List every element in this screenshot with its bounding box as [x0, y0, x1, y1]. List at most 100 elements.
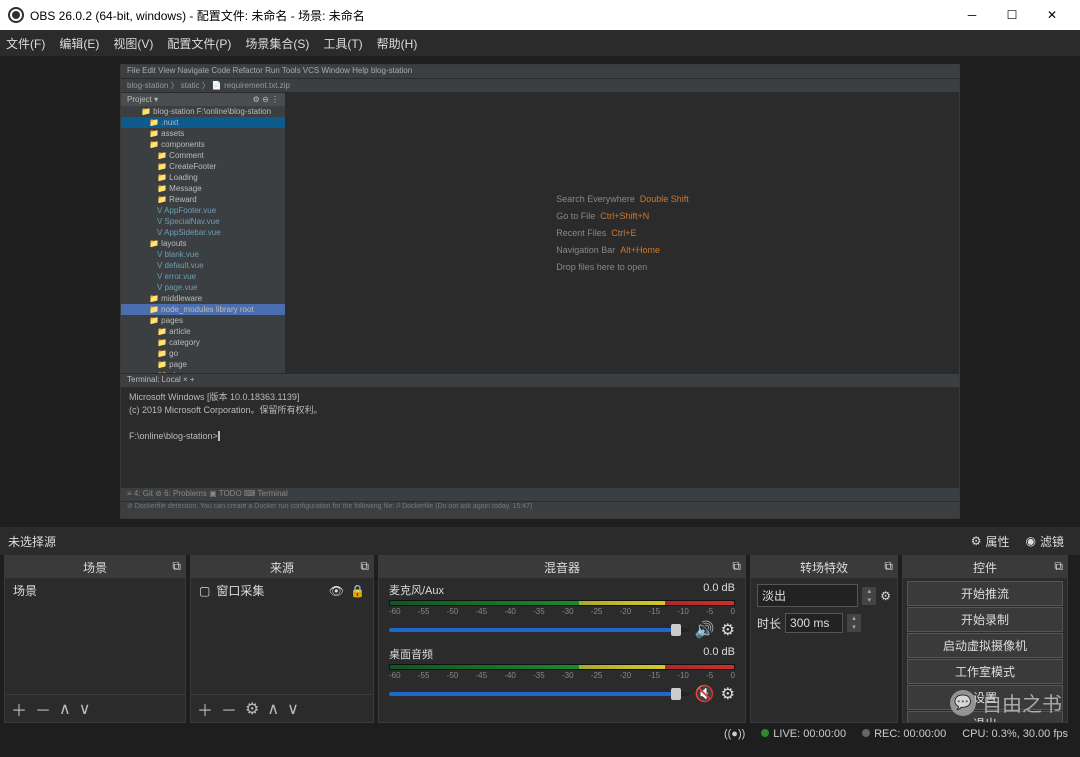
- network-icon: ((●)): [724, 728, 745, 740]
- channel-db: 0.0 dB: [703, 646, 735, 662]
- transition-spinner[interactable]: ▴▾: [862, 587, 876, 605]
- ide-menubar: File Edit View Navigate Code Refactor Ru…: [121, 65, 959, 79]
- visibility-icon[interactable]: 👁: [329, 584, 344, 598]
- ide-tree-item: 📁 CreateFooter: [121, 161, 285, 172]
- ide-tree-item: 📁 go: [121, 348, 285, 359]
- maximize-button[interactable]: ☐: [992, 0, 1032, 30]
- scenes-panel: 场景⧉ 场景 ＋ － ∧ ∨: [4, 555, 186, 723]
- volume-slider[interactable]: [389, 692, 689, 696]
- scene-item[interactable]: 场景: [5, 578, 185, 603]
- live-time: LIVE: 00:00:00: [773, 728, 846, 740]
- ide-tree-item: 📁 .nuxt: [121, 117, 285, 128]
- virtual-cam-button[interactable]: 启动虚拟摄像机: [907, 633, 1063, 658]
- gear-icon: ⚙: [971, 534, 982, 548]
- ide-tree-item: 📁 Comment: [121, 150, 285, 161]
- ide-tree-item: V default.vue: [121, 260, 285, 271]
- ide-tree-item: 📁 pages: [121, 315, 285, 326]
- ide-breadcrumb: blog-station 〉 static 〉 📄 requirement.tx…: [121, 79, 959, 93]
- ide-tree-item: 📁 article: [121, 326, 285, 337]
- studio-mode-button[interactable]: 工作室模式: [907, 659, 1063, 684]
- duration-spinner[interactable]: ▴▾: [847, 614, 861, 632]
- wechat-icon: 💬: [950, 690, 976, 716]
- level-meter: [389, 664, 735, 670]
- preview-canvas[interactable]: File Edit View Navigate Code Refactor Ru…: [120, 64, 960, 519]
- sources-panel: 来源⧉ ▢ 窗口采集 👁 🔒 ＋ － ⚙ ∧ ∨: [190, 555, 374, 723]
- menu-view[interactable]: 视图(V): [113, 35, 153, 52]
- mixer-panel: 混音器⧉ 麦克风/Aux0.0 dB -60-55-50-45-40-35-30…: [378, 555, 746, 723]
- menu-profile[interactable]: 配置文件(P): [167, 35, 231, 52]
- ide-tree-item: 📁 category: [121, 337, 285, 348]
- source-down-button[interactable]: ∨: [287, 699, 299, 719]
- transitions-panel: 转场特效⧉ 淡出 ▴▾ ⚙ 时长 ▴▾: [750, 555, 898, 723]
- popout-icon[interactable]: ⧉: [732, 559, 741, 574]
- popout-icon[interactable]: ⧉: [1054, 559, 1063, 574]
- duration-label: 时长: [757, 615, 781, 632]
- source-item[interactable]: ▢ 窗口采集 👁 🔒: [191, 578, 373, 603]
- transition-settings-icon[interactable]: ⚙: [880, 589, 891, 603]
- source-toolbar: 未选择源 ⚙属性 ◉滤镜: [0, 527, 1080, 555]
- properties-button[interactable]: ⚙属性: [963, 531, 1018, 552]
- add-source-button[interactable]: ＋: [197, 697, 213, 721]
- mute-icon[interactable]: 🔇: [695, 684, 715, 704]
- channel-db: 0.0 dB: [703, 582, 735, 598]
- menubar: 文件(F) 编辑(E) 视图(V) 配置文件(P) 场景集合(S) 工具(T) …: [0, 30, 1080, 56]
- ide-tree-item: 📁 Loading: [121, 172, 285, 183]
- filters-button[interactable]: ◉滤镜: [1018, 531, 1073, 552]
- menu-scene-collection[interactable]: 场景集合(S): [245, 35, 309, 52]
- ide-tree-item: 📁 assets: [121, 128, 285, 139]
- menu-file[interactable]: 文件(F): [6, 35, 45, 52]
- channel-settings-icon[interactable]: ⚙: [721, 684, 735, 704]
- ide-tree-item: 📁 blog-station F:\online\blog-station: [121, 106, 285, 117]
- channel-name: 麦克风/Aux: [389, 582, 444, 598]
- scene-up-button[interactable]: ∧: [59, 699, 71, 719]
- volume-slider[interactable]: [389, 628, 689, 632]
- channel-name: 桌面音频: [389, 646, 433, 662]
- remove-source-button[interactable]: －: [221, 697, 237, 721]
- transition-select[interactable]: 淡出: [757, 584, 858, 607]
- menu-help[interactable]: 帮助(H): [377, 35, 418, 52]
- ide-tree-item: V blank.vue: [121, 249, 285, 260]
- ide-tree-item: 📁 middleware: [121, 293, 285, 304]
- obs-app-icon: [8, 7, 24, 23]
- ide-tree-item: 📁 Reward: [121, 194, 285, 205]
- level-meter: [389, 600, 735, 606]
- rec-time: REC: 00:00:00: [874, 728, 946, 740]
- menu-edit[interactable]: 编辑(E): [59, 35, 99, 52]
- source-props-button[interactable]: ⚙: [245, 699, 259, 719]
- scene-down-button[interactable]: ∨: [79, 699, 91, 719]
- source-up-button[interactable]: ∧: [267, 699, 279, 719]
- start-stream-button[interactable]: 开始推流: [907, 581, 1063, 606]
- ide-tree-item: V AppFooter.vue: [121, 205, 285, 216]
- ide-terminal-tabs: Terminal: Local × +: [121, 373, 959, 387]
- ide-editor-area: Search Everywhere Double Shift Go to Fil…: [286, 93, 959, 373]
- ide-project-tree: Project ▾⚙ ⊖ ⋮ 📁 blog-station F:\online\…: [121, 93, 286, 373]
- ide-tree-item: 📁 phrase: [121, 370, 285, 373]
- speaker-icon[interactable]: 🔊: [695, 620, 715, 640]
- watermark: 💬 自由之书: [950, 688, 1062, 717]
- controls-title: 控件: [973, 559, 997, 576]
- duration-input[interactable]: [785, 613, 843, 633]
- menu-tools[interactable]: 工具(T): [323, 35, 362, 52]
- minimize-button[interactable]: ─: [952, 0, 992, 30]
- live-dot-icon: [761, 729, 769, 737]
- window-titlebar: OBS 26.0.2 (64-bit, windows) - 配置文件: 未命名…: [0, 0, 1080, 30]
- popout-icon[interactable]: ⧉: [884, 559, 893, 574]
- close-button[interactable]: ✕: [1032, 0, 1072, 30]
- mixer-channel-mic: 麦克风/Aux0.0 dB -60-55-50-45-40-35-30-25-2…: [379, 578, 745, 642]
- ide-statusbar: ⊘ Dockerfile detection: You can create a…: [121, 501, 959, 513]
- no-source-label: 未选择源: [8, 533, 963, 550]
- ide-tree-item: V page.vue: [121, 282, 285, 293]
- popout-icon[interactable]: ⧉: [172, 559, 181, 574]
- captured-ide-window: File Edit View Navigate Code Refactor Ru…: [121, 65, 959, 518]
- window-title: OBS 26.0.2 (64-bit, windows) - 配置文件: 未命名…: [30, 7, 952, 24]
- remove-scene-button[interactable]: －: [35, 697, 51, 721]
- popout-icon[interactable]: ⧉: [360, 559, 369, 574]
- statusbar: ((●)) LIVE: 00:00:00 REC: 00:00:00 CPU: …: [0, 723, 1080, 745]
- start-record-button[interactable]: 开始录制: [907, 607, 1063, 632]
- ide-tree-item: 📁 layouts: [121, 238, 285, 249]
- ide-tree-item: 📁 node_modules library root: [121, 304, 285, 315]
- channel-settings-icon[interactable]: ⚙: [721, 620, 735, 640]
- add-scene-button[interactable]: ＋: [11, 697, 27, 721]
- ide-terminal: Microsoft Windows [版本 10.0.18363.1139] (…: [121, 387, 959, 487]
- lock-icon[interactable]: 🔒: [350, 584, 365, 598]
